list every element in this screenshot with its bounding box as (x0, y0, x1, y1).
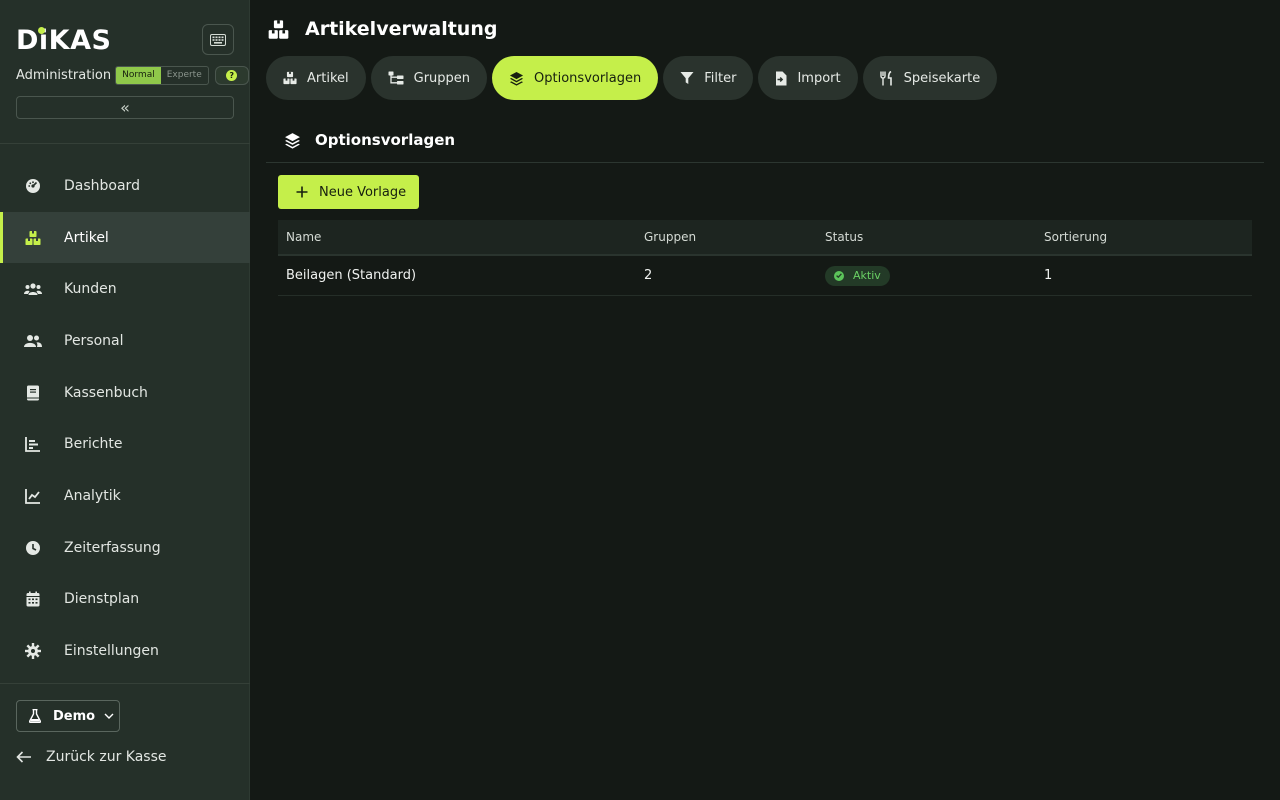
keyboard-icon (210, 33, 226, 46)
dashboard-icon (24, 177, 42, 195)
cell-sortierung: 1 (1044, 268, 1053, 283)
sidebar: DiKAS Administration Normal Experte ? « … (0, 0, 250, 800)
boxes-icon (24, 229, 42, 247)
column-header-name[interactable]: Name (278, 230, 644, 244)
tree-icon (388, 71, 404, 85)
tab-artikel[interactable]: Artikel (266, 56, 366, 100)
column-header-gruppen[interactable]: Gruppen (644, 230, 825, 244)
sidebar-item-label: Berichte (64, 436, 123, 453)
filter-icon (680, 71, 694, 85)
main-content: Artikelverwaltung Artikel Gruppen Option… (250, 0, 1280, 800)
sidebar-item-analytik[interactable]: Analytik (0, 470, 250, 522)
sidebar-item-einstellungen[interactable]: Einstellungen (0, 625, 250, 677)
cell-name: Beilagen (Standard) (286, 268, 417, 283)
role-row: Administration Normal Experte ? (16, 66, 249, 85)
cell-gruppen: 2 (644, 268, 653, 283)
sidebar-item-label: Kassenbuch (64, 384, 148, 401)
gear-icon (24, 642, 42, 660)
status-label: Aktiv (853, 269, 881, 282)
user-group-icon (24, 332, 42, 350)
templates-table: Name Gruppen Status Sortierung Beilagen … (278, 220, 1252, 296)
sidebar-nav: Dashboard Artikel Kunden Personal Kassen… (0, 160, 250, 677)
sidebar-divider-bottom (0, 683, 250, 684)
file-import-icon (775, 71, 787, 86)
brand-name: DiKAS (16, 25, 112, 56)
tab-import[interactable]: Import (758, 56, 858, 100)
tab-label: Import (797, 70, 841, 86)
sidebar-item-artikel[interactable]: Artikel (0, 211, 250, 264)
check-circle-icon (834, 270, 844, 281)
sidebar-item-label: Analytik (64, 487, 121, 504)
sidebar-item-zeiterfassung[interactable]: Zeiterfassung (0, 522, 250, 574)
app-root: DiKAS Administration Normal Experte ? « … (0, 0, 1280, 800)
flask-icon (29, 709, 41, 723)
collapse-sidebar-button[interactable]: « (16, 96, 234, 119)
tab-speisekarte[interactable]: Speisekarte (862, 56, 998, 100)
users-icon (24, 280, 42, 298)
sidebar-divider-top (0, 143, 250, 144)
cell-status: Aktiv (825, 265, 1044, 286)
arrow-left-icon (16, 751, 31, 763)
layers-icon (285, 132, 300, 149)
column-header-status[interactable]: Status (825, 230, 1044, 244)
section-title: Optionsvorlagen (315, 131, 456, 149)
page-header: Artikelverwaltung (268, 18, 497, 40)
sidebar-item-label: Personal (64, 332, 124, 349)
utensils-icon (879, 70, 894, 86)
tab-bar: Artikel Gruppen Optionsvorlagen Filter I… (266, 56, 998, 100)
clock-icon (24, 539, 42, 557)
section-header: Optionsvorlagen (266, 118, 1264, 163)
tab-label: Filter (704, 70, 737, 86)
sidebar-item-kunden[interactable]: Kunden (0, 263, 250, 315)
page-title: Artikelverwaltung (305, 18, 498, 40)
sidebar-item-kassenbuch[interactable]: Kassenbuch (0, 367, 250, 419)
bar-chart-icon (24, 435, 42, 453)
chevron-down-icon (104, 713, 114, 719)
sidebar-item-label: Dashboard (64, 177, 140, 194)
mode-normal[interactable]: Normal (116, 67, 161, 84)
mode-experte[interactable]: Experte (161, 67, 208, 84)
tab-label: Optionsvorlagen (534, 70, 642, 86)
sidebar-item-dashboard[interactable]: Dashboard (0, 160, 250, 212)
help-icon: ? (226, 70, 238, 81)
tab-label: Speisekarte (903, 70, 981, 86)
boxes-icon (283, 71, 297, 85)
back-to-pos-link[interactable]: Zurück zur Kasse (16, 749, 167, 765)
table-row[interactable]: Beilagen (Standard) 2 Aktiv 1 (278, 256, 1252, 296)
tab-filter[interactable]: Filter (663, 56, 754, 100)
sidebar-item-label: Artikel (64, 229, 109, 246)
chevrons-left-icon: « (120, 98, 130, 117)
status-badge: Aktiv (825, 265, 890, 286)
tab-label: Artikel (307, 70, 349, 86)
new-template-button[interactable]: Neue Vorlage (278, 175, 419, 209)
brand-dot (38, 27, 45, 34)
sidebar-item-label: Zeiterfassung (64, 539, 161, 556)
tab-optionsvorlagen[interactable]: Optionsvorlagen (492, 56, 659, 100)
table-header: Name Gruppen Status Sortierung (278, 220, 1252, 256)
brand-logo[interactable]: DiKAS (16, 24, 126, 58)
role-label: Administration (16, 68, 112, 83)
tab-label: Gruppen (413, 70, 471, 86)
layers-icon (509, 71, 524, 86)
line-chart-icon (24, 487, 42, 505)
mode-toggle: Normal Experte (115, 66, 209, 85)
sidebar-item-label: Kunden (64, 281, 117, 298)
sidebar-item-berichte[interactable]: Berichte (0, 418, 250, 470)
plus-icon (296, 186, 308, 198)
environment-select[interactable]: Demo (16, 700, 120, 732)
sidebar-item-dienstplan[interactable]: Dienstplan (0, 574, 250, 626)
new-template-label: Neue Vorlage (319, 184, 407, 200)
column-header-sortierung[interactable]: Sortierung (1044, 230, 1252, 244)
keyboard-button[interactable] (202, 24, 234, 55)
tab-gruppen[interactable]: Gruppen (370, 56, 488, 100)
help-button[interactable]: ? (214, 66, 249, 85)
boxes-icon (268, 19, 289, 39)
book-icon (24, 384, 42, 402)
sidebar-item-label: Einstellungen (64, 643, 159, 660)
environment-label: Demo (53, 708, 96, 724)
sidebar-item-label: Dienstplan (64, 591, 140, 608)
calendar-icon (24, 590, 42, 608)
sidebar-item-personal[interactable]: Personal (0, 315, 250, 367)
back-link-label: Zurück zur Kasse (46, 749, 167, 765)
